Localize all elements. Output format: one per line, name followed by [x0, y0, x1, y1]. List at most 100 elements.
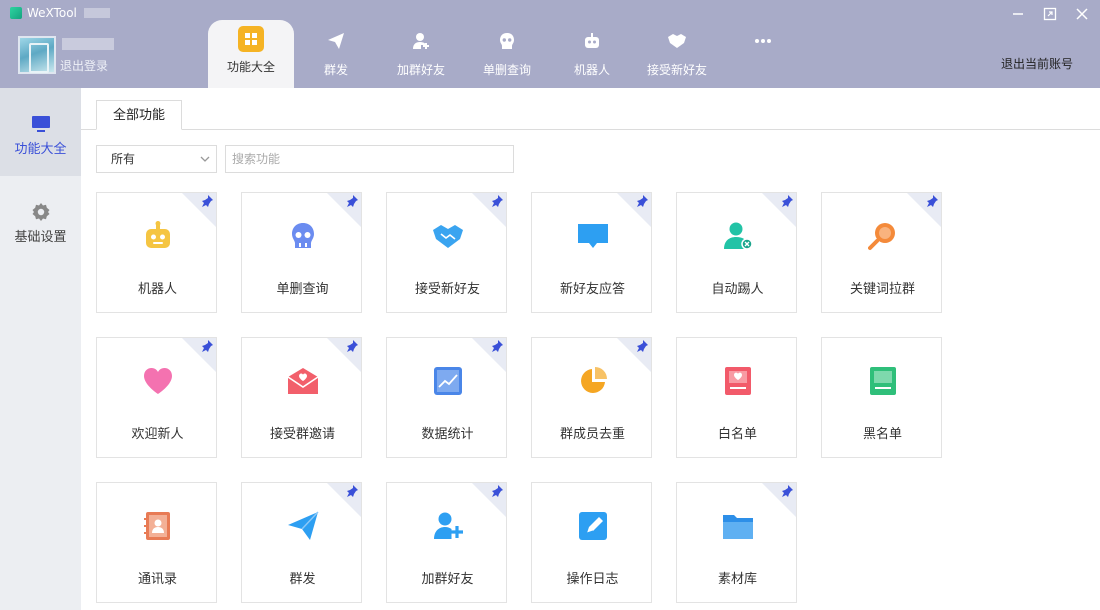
feature-card-label: 黑名单 [862, 427, 902, 442]
tab-single-delete-check[interactable]: 单删查询 [464, 20, 550, 88]
feature-card-welcome-newcomer[interactable]: 欢迎新人 [96, 337, 217, 458]
user-name-blurred [62, 38, 114, 50]
minimize-button[interactable] [1008, 4, 1028, 24]
tab-label: 群发 [323, 63, 348, 77]
feature-card-label: 新好友应答 [559, 282, 625, 297]
close-button[interactable] [1072, 4, 1092, 24]
feature-card-new-friend-reply[interactable]: 新好友应答 [531, 192, 652, 313]
skull-icon [291, 223, 314, 248]
pin-icon[interactable] [491, 485, 503, 497]
add-friend-icon [413, 33, 429, 49]
feature-card-blacklist[interactable]: 黑名单 [821, 337, 942, 458]
avatar[interactable] [18, 36, 56, 74]
app-logo-icon [10, 7, 22, 19]
feature-card-label: 接受群邀请 [269, 427, 335, 442]
pin-icon[interactable] [346, 485, 358, 497]
feature-card-add-group-friend[interactable]: 加群好友 [386, 482, 507, 603]
tab-all-features[interactable]: 全部功能 [96, 100, 183, 130]
feature-card-mass-send[interactable]: 群发 [241, 482, 362, 603]
top-tabs: 功能大全 群发 加群好友 单删查询 机器人 接受新好友 [208, 20, 806, 88]
pin-icon[interactable] [491, 340, 503, 352]
tab-mass-send[interactable]: 群发 [294, 20, 378, 88]
envelope-icon [287, 368, 318, 394]
sidebar-item-label: 功能大全 [14, 142, 67, 157]
maximize-icon [1043, 7, 1057, 21]
sidebar-item-features[interactable]: 功能大全 [0, 88, 81, 176]
feature-card-accept-new-friend[interactable]: 接受新好友 [386, 192, 507, 313]
category-select[interactable]: 所有 [96, 145, 217, 173]
feature-card-label: 群成员去重 [559, 427, 625, 442]
grid-icon [238, 26, 264, 52]
feature-card-label: 数据统计 [421, 427, 474, 442]
tab-add-group-friend[interactable]: 加群好友 [378, 20, 464, 88]
feature-card-label: 单删查询 [276, 282, 329, 297]
pin-icon[interactable] [636, 340, 648, 352]
feature-card-label: 白名单 [717, 427, 757, 442]
pin-icon[interactable] [201, 340, 213, 352]
exit-account-button[interactable]: 退出当前账号 [1001, 55, 1073, 72]
skull-icon [500, 33, 514, 49]
tab-label: 机器人 [573, 63, 610, 77]
feature-card-label: 欢迎新人 [131, 427, 184, 442]
pin-icon[interactable] [636, 195, 648, 207]
feature-card-label: 加群好友 [421, 572, 474, 587]
feature-card-label: 关键词拉群 [849, 282, 915, 297]
pin-icon[interactable] [346, 195, 358, 207]
tab-label: 加群好友 [396, 63, 445, 77]
monitor-icon [31, 116, 50, 132]
pin-icon[interactable] [781, 195, 793, 207]
edit-log-icon [578, 512, 607, 540]
pin-icon[interactable] [201, 195, 213, 207]
user-remove-icon [723, 222, 753, 250]
feature-card-label: 机器人 [137, 282, 177, 297]
feature-card-label: 通讯录 [137, 572, 177, 587]
tab-features[interactable]: 功能大全 [208, 20, 294, 88]
feature-card-keyword-pull-group[interactable]: 关键词拉群 [821, 192, 942, 313]
chart-icon [433, 367, 462, 395]
sidebar-item-label: 基础设置 [14, 230, 67, 245]
chevron-down-icon [200, 156, 210, 162]
tab-more[interactable] [720, 20, 806, 88]
feature-card-accept-group-invite[interactable]: 接受群邀请 [241, 337, 362, 458]
top-header: WeXTool 退出登录 功能大全 群发 加群好友 单删查询 机器人 接受新好友… [0, 0, 1100, 88]
feature-card-material-library[interactable]: 素材库 [676, 482, 797, 603]
robot-icon [145, 221, 170, 248]
contacts-icon [143, 512, 170, 540]
window-controls [1008, 4, 1092, 24]
tab-accept-new-friend[interactable]: 接受新好友 [634, 20, 720, 88]
pin-icon[interactable] [491, 195, 503, 207]
category-select-value: 所有 [111, 152, 136, 166]
more-icon [755, 39, 771, 43]
search-icon [867, 223, 895, 250]
handshake-icon [432, 225, 463, 248]
robot-icon [585, 33, 599, 48]
feature-card-data-statistics[interactable]: 数据统计 [386, 337, 507, 458]
feature-card-dedupe-members[interactable]: 群成员去重 [531, 337, 652, 458]
feature-card-single-delete-check[interactable]: 单删查询 [241, 192, 362, 313]
feature-card-contacts[interactable]: 通讯录 [96, 482, 217, 603]
tab-label: 功能大全 [226, 60, 275, 74]
feature-card-label: 接受新好友 [414, 282, 480, 297]
whitelist-icon [724, 367, 751, 395]
tab-robot[interactable]: 机器人 [550, 20, 634, 88]
feature-card-whitelist[interactable]: 白名单 [676, 337, 797, 458]
folder-icon [722, 515, 753, 539]
tab-label: 接受新好友 [646, 63, 707, 77]
feature-card-label: 自动踢人 [711, 282, 764, 297]
pin-icon[interactable] [781, 485, 793, 497]
feature-card-operation-log[interactable]: 操作日志 [531, 482, 652, 603]
pin-icon[interactable] [346, 340, 358, 352]
blacklist-icon [869, 367, 896, 395]
pie-icon [580, 367, 607, 393]
feature-card-robot[interactable]: 机器人 [96, 192, 217, 313]
main-panel: 全部功能 所有 机器人 单删查询 接受新好友 新好友 [81, 88, 1100, 610]
logout-link[interactable]: 退出登录 [60, 57, 108, 74]
app-title-bar: WeXTool [10, 6, 110, 20]
maximize-button[interactable] [1040, 4, 1060, 24]
sidebar-item-basic-settings[interactable]: 基础设置 [0, 176, 81, 264]
search-input[interactable] [225, 145, 514, 173]
feature-card-auto-kick[interactable]: 自动踢人 [676, 192, 797, 313]
add-friend-icon [433, 512, 463, 539]
minimize-icon [1013, 13, 1023, 15]
pin-icon[interactable] [926, 195, 938, 207]
